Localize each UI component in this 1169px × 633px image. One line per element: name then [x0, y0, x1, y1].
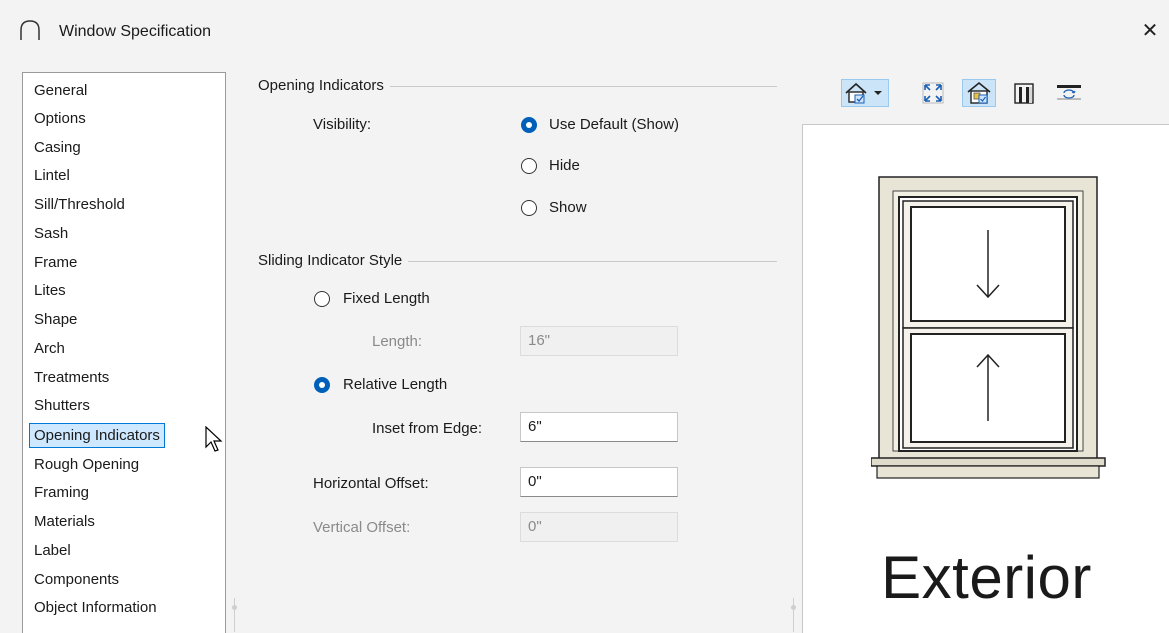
- sidebar-item-lites[interactable]: Lites: [31, 278, 69, 303]
- sidebar-item-treatments[interactable]: Treatments: [31, 365, 112, 390]
- use-default-label[interactable]: Use Default (Show): [549, 116, 679, 133]
- sidebar-item-casing[interactable]: Casing: [31, 135, 84, 160]
- vertical-offset-field: 0": [520, 512, 678, 542]
- sidebar-item-shutters[interactable]: Shutters: [31, 393, 93, 418]
- sidebar-item-rough-opening[interactable]: Rough Opening: [31, 452, 142, 477]
- use-default-radio[interactable]: [521, 117, 537, 133]
- sidebar-item-options[interactable]: Options: [31, 106, 89, 131]
- show-label[interactable]: Show: [549, 199, 587, 216]
- relative-length-radio[interactable]: [314, 377, 330, 393]
- dialog-title: Window Specification: [59, 23, 212, 40]
- splitter-right[interactable]: [793, 598, 794, 632]
- sidebar-item-object-information[interactable]: Object Information: [31, 595, 160, 620]
- sidebar-item-materials[interactable]: Materials: [31, 509, 98, 534]
- mouse-pointer-icon: [205, 426, 223, 452]
- camera-view-icon[interactable]: [962, 79, 996, 107]
- swap-side-icon[interactable]: [1054, 79, 1084, 107]
- sidebar-item-opening-indicators[interactable]: Opening Indicators: [29, 423, 165, 448]
- sidebar-item-general[interactable]: General: [31, 78, 90, 103]
- window-preview-drawing: [871, 176, 1106, 479]
- sliding-indicator-group-title: Sliding Indicator Style: [258, 252, 409, 269]
- preview-caption: Exterior: [881, 544, 1092, 611]
- inset-from-edge-field[interactable]: 6": [520, 412, 678, 442]
- close-icon[interactable]: ✕: [1136, 16, 1164, 46]
- section-view-icon[interactable]: [1010, 79, 1038, 107]
- hide-radio[interactable]: [521, 158, 537, 174]
- splitter-left[interactable]: [234, 598, 235, 632]
- sidebar-item-shape[interactable]: Shape: [31, 307, 80, 332]
- sidebar-item-components[interactable]: Components: [31, 567, 122, 592]
- show-radio[interactable]: [521, 200, 537, 216]
- fixed-length-radio[interactable]: [314, 291, 330, 307]
- inset-from-edge-label: Inset from Edge:: [372, 420, 483, 437]
- sidebar-item-label[interactable]: Label: [31, 538, 74, 563]
- window-arch-icon: [20, 20, 40, 40]
- horizontal-offset-field[interactable]: 0": [520, 467, 678, 497]
- sidebar-item-sill-threshold[interactable]: Sill/Threshold: [31, 192, 128, 217]
- sidebar-item-frame[interactable]: Frame: [31, 250, 80, 275]
- house-view-dropdown-icon[interactable]: [841, 79, 889, 107]
- title-bar: Window Specification ✕: [0, 0, 1169, 62]
- horizontal-offset-label: Horizontal Offset:: [313, 475, 429, 492]
- sidebar-item-sash[interactable]: Sash: [31, 221, 71, 246]
- sidebar-item-lintel[interactable]: Lintel: [31, 163, 73, 188]
- sidebar-item-arch[interactable]: Arch: [31, 336, 68, 361]
- fill-window-icon[interactable]: [919, 79, 947, 107]
- fixed-length-label[interactable]: Fixed Length: [343, 290, 430, 307]
- splitter-right-grip: [791, 605, 796, 610]
- opening-indicators-group-title: Opening Indicators: [258, 77, 390, 94]
- relative-length-label[interactable]: Relative Length: [343, 376, 447, 393]
- preview-panel[interactable]: Exterior: [802, 124, 1169, 633]
- hide-label[interactable]: Hide: [549, 157, 580, 174]
- length-label: Length:: [372, 333, 423, 350]
- splitter-left-grip: [232, 605, 237, 610]
- vertical-offset-label: Vertical Offset:: [313, 519, 411, 536]
- sidebar-item-framing[interactable]: Framing: [31, 480, 92, 505]
- length-field: 16": [520, 326, 678, 356]
- visibility-label: Visibility:: [313, 116, 372, 133]
- category-list[interactable]: General Options Casing Lintel Sill/Thres…: [22, 72, 226, 633]
